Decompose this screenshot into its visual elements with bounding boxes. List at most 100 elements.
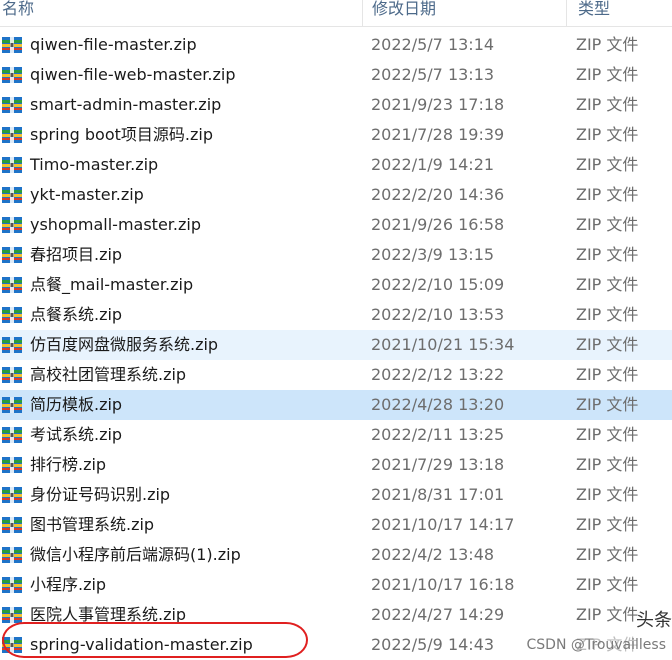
column-header-type[interactable]: 类型 xyxy=(576,0,672,22)
zip-archive-icon xyxy=(2,397,22,413)
file-modified-date: 2022/3/9 13:15 xyxy=(371,245,495,264)
zip-archive-icon xyxy=(2,427,22,443)
file-row[interactable]: 图书管理系统.zip 2021/10/17 14:17 ZIP 文件 xyxy=(0,510,672,540)
file-type: ZIP 文件 xyxy=(576,215,639,234)
file-row[interactable]: qiwen-file-web-master.zip 2022/5/7 13:13 Z… xyxy=(0,60,672,90)
file-modified-date: 2021/10/17 16:18 xyxy=(371,575,515,594)
file-name[interactable]: 高校社团管理系统.zip xyxy=(30,360,186,390)
file-row[interactable]: 点餐_mail-master.zip 2022/2/10 15:09 ZIP 文件 xyxy=(0,270,672,300)
file-modified-date: 2021/8/31 17:01 xyxy=(371,485,505,504)
file-modified-date: 2022/2/20 14:36 xyxy=(371,185,505,204)
zip-archive-icon xyxy=(2,607,22,623)
zip-archive-icon xyxy=(2,367,22,383)
file-row[interactable]: 高校社团管理系统.zip 2022/2/12 13:22 ZIP 文件 xyxy=(0,360,672,390)
file-name[interactable]: qiwen-file-master.zip xyxy=(30,30,197,60)
file-modified-date: 2021/7/28 19:39 xyxy=(371,125,505,144)
file-type: ZIP 文件 xyxy=(576,335,639,354)
zip-archive-icon xyxy=(2,307,22,323)
file-name[interactable]: 春招项目.zip xyxy=(30,240,122,270)
file-modified-date: 2022/5/7 13:13 xyxy=(371,65,495,84)
file-name[interactable]: 考试系统.zip xyxy=(30,420,122,450)
file-type: ZIP 文件 xyxy=(576,305,639,324)
file-row[interactable]: yshopmall-master.zip 2021/9/26 16:58 ZIP 文… xyxy=(0,210,672,240)
file-modified-date: 2022/5/9 14:43 xyxy=(371,635,495,654)
zip-archive-icon xyxy=(2,247,22,263)
file-type: ZIP 文件 xyxy=(576,35,639,54)
zip-archive-icon xyxy=(2,277,22,293)
file-type: ZIP 文件 xyxy=(576,515,639,534)
file-modified-date: 2021/7/29 13:18 xyxy=(371,455,505,474)
file-modified-date: 2022/2/10 13:53 xyxy=(371,305,505,324)
zip-archive-icon xyxy=(2,637,22,653)
column-header-name[interactable]: 名称 xyxy=(0,0,362,22)
file-name[interactable]: smart-admin-master.zip xyxy=(30,90,221,120)
zip-archive-icon xyxy=(2,517,22,533)
file-type: ZIP 文件 xyxy=(576,455,639,474)
zip-archive-icon xyxy=(2,457,22,473)
file-modified-date: 2021/9/23 17:18 xyxy=(371,95,505,114)
file-name[interactable]: ykt-master.zip xyxy=(30,180,144,210)
file-type: ZIP 文件 xyxy=(576,275,639,294)
file-row[interactable]: 身份证号码识别.zip 2021/8/31 17:01 ZIP 文件 xyxy=(0,480,672,510)
zip-archive-icon xyxy=(2,97,22,113)
file-modified-date: 2022/4/2 13:48 xyxy=(371,545,495,564)
file-modified-date: 2022/4/27 14:29 xyxy=(371,605,505,624)
file-row[interactable]: Timo-master.zip 2022/1/9 14:21 ZIP 文件 xyxy=(0,150,672,180)
file-row[interactable]: qiwen-file-master.zip 2022/5/7 13:14 ZIP 文… xyxy=(0,30,672,60)
file-modified-date: 2022/1/9 14:21 xyxy=(371,155,495,174)
file-type: ZIP 文件 xyxy=(576,575,639,594)
file-row[interactable]: 考试系统.zip 2022/2/11 13:25 ZIP 文件 xyxy=(0,420,672,450)
file-modified-date: 2021/10/21 15:34 xyxy=(371,335,515,354)
file-name[interactable]: qiwen-file-web-master.zip xyxy=(30,60,235,90)
zip-archive-icon xyxy=(2,67,22,83)
file-name[interactable]: spring-validation-master.zip xyxy=(30,630,253,660)
file-row[interactable]: smart-admin-master.zip 2021/9/23 17:18 ZIP… xyxy=(0,90,672,120)
file-name[interactable]: 点餐系统.zip xyxy=(30,300,122,330)
file-modified-date: 2022/5/7 13:14 xyxy=(371,35,495,54)
file-name[interactable]: spring boot项目源码.zip xyxy=(30,120,213,150)
file-name[interactable]: 医院人事管理系统.zip xyxy=(30,600,186,630)
column-divider[interactable] xyxy=(362,0,363,26)
file-modified-date: 2022/2/10 15:09 xyxy=(371,275,505,294)
file-type: ZIP 文件 xyxy=(576,365,639,384)
file-row[interactable]: 点餐系统.zip 2022/2/10 13:53 ZIP 文件 xyxy=(0,300,672,330)
file-row[interactable]: 仿百度网盘微服务系统.zip 2021/10/21 15:34 ZIP 文件 xyxy=(0,330,672,360)
file-name[interactable]: 微信小程序前后端源码(1).zip xyxy=(30,540,241,570)
file-list: qiwen-file-master.zip 2022/5/7 13:14 ZIP 文… xyxy=(0,30,672,660)
zip-archive-icon xyxy=(2,487,22,503)
file-modified-date: 2022/2/12 13:22 xyxy=(371,365,505,384)
file-name[interactable]: Timo-master.zip xyxy=(30,150,158,180)
file-type: ZIP 文件 xyxy=(576,95,639,114)
file-modified-date: 2021/9/26 16:58 xyxy=(371,215,505,234)
file-name[interactable]: 身份证号码识别.zip xyxy=(30,480,170,510)
file-type: ZIP 文件 xyxy=(576,155,639,174)
file-row[interactable]: 简历模板.zip 2022/4/28 13:20 ZIP 文件 xyxy=(0,390,672,420)
file-name[interactable]: 图书管理系统.zip xyxy=(30,510,154,540)
file-modified-date: 2022/2/11 13:25 xyxy=(371,425,505,444)
file-name[interactable]: 简历模板.zip xyxy=(30,390,122,420)
file-row[interactable]: ykt-master.zip 2022/2/20 14:36 ZIP 文件 xyxy=(0,180,672,210)
file-type: ZIP 文件 xyxy=(576,605,639,624)
file-type: ZIP 文件 xyxy=(576,395,639,414)
zip-archive-icon xyxy=(2,127,22,143)
file-name[interactable]: 排行榜.zip xyxy=(30,450,106,480)
file-type: ZIP 文件 xyxy=(576,245,639,264)
watermark: CSDN @Trouvailless xyxy=(526,634,666,656)
file-name[interactable]: yshopmall-master.zip xyxy=(30,210,201,240)
file-row[interactable]: 排行榜.zip 2021/7/29 13:18 ZIP 文件 xyxy=(0,450,672,480)
column-header-date[interactable]: 修改日期 xyxy=(370,0,562,22)
zip-archive-icon xyxy=(2,37,22,53)
file-row[interactable]: 春招项目.zip 2022/3/9 13:15 ZIP 文件 xyxy=(0,240,672,270)
file-type: ZIP 文件 xyxy=(576,125,639,144)
zip-archive-icon xyxy=(2,157,22,173)
file-name[interactable]: 小程序.zip xyxy=(30,570,106,600)
column-divider[interactable] xyxy=(566,0,567,26)
file-row[interactable]: spring boot项目源码.zip 2021/7/28 19:39 ZIP 文件 xyxy=(0,120,672,150)
file-row[interactable]: 医院人事管理系统.zip 2022/4/27 14:29 ZIP 文件 xyxy=(0,600,672,630)
file-row[interactable]: 微信小程序前后端源码(1).zip 2022/4/2 13:48 ZIP 文件 xyxy=(0,540,672,570)
file-name[interactable]: 点餐_mail-master.zip xyxy=(30,270,193,300)
file-name[interactable]: 仿百度网盘微服务系统.zip xyxy=(30,330,218,360)
file-type: ZIP 文件 xyxy=(576,545,639,564)
file-type: ZIP 文件 xyxy=(576,185,639,204)
file-row[interactable]: 小程序.zip 2021/10/17 16:18 ZIP 文件 xyxy=(0,570,672,600)
